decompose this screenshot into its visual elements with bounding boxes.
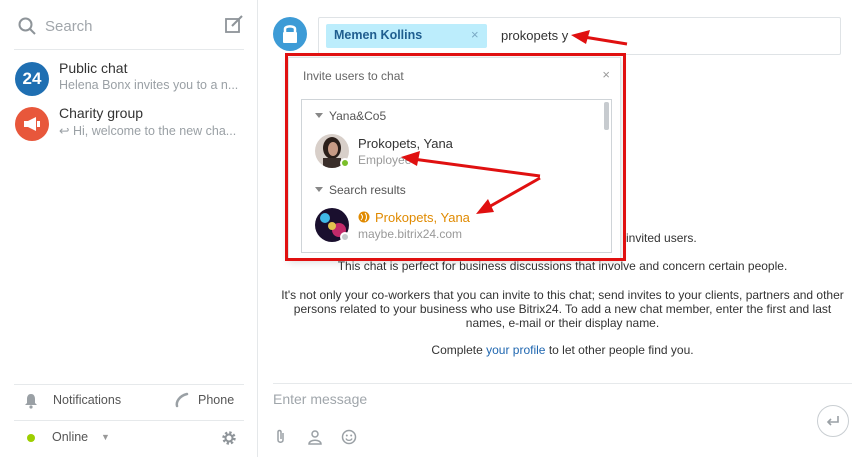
recipients-field[interactable]: Memen Kollins × prokopets y <box>318 17 841 55</box>
user-result[interactable]: Prokopets, Yana maybe.bitrix24.com <box>302 208 607 244</box>
divider <box>273 383 852 384</box>
bell-icon <box>25 394 37 409</box>
status-dot <box>27 434 35 442</box>
popup-title: Invite users to chat <box>303 69 404 83</box>
footer-actions: Notifications Phone <box>14 390 244 414</box>
recipient-chip: Memen Kollins × <box>326 24 487 48</box>
chat-avatar: 24 <box>15 62 49 96</box>
megaphone-icon <box>15 107 49 141</box>
divider <box>14 384 244 385</box>
paperclip-icon[interactable] <box>273 429 289 445</box>
user-result[interactable]: Prokopets, Yana Employee <box>302 134 607 170</box>
info-line: names, e-mail or their display name. <box>465 316 660 330</box>
scrollbar[interactable] <box>604 102 609 130</box>
search-bar[interactable]: Search <box>14 10 244 50</box>
chat-preview: Helena Bonx invites you to a n... <box>59 78 239 92</box>
notifications-button[interactable]: Notifications <box>53 393 121 407</box>
divider <box>14 420 244 421</box>
chevron-down-icon <box>315 113 323 119</box>
phone-icon <box>175 392 189 408</box>
user-list: Yana&Co5 Prokopets, Yana Employee Search… <box>301 99 612 253</box>
info-line: persons related to your business who use… <box>293 302 832 316</box>
compose-icon[interactable] <box>224 15 244 35</box>
chat-title: Charity group <box>59 105 144 121</box>
recipient-search-input[interactable]: prokopets y <box>501 28 568 43</box>
status-label: Online <box>52 430 89 444</box>
info-line: It's not only your co-workers that you c… <box>281 288 844 302</box>
person-icon[interactable] <box>307 429 323 445</box>
close-icon[interactable]: × <box>602 67 610 82</box>
reply-icon: ↩ <box>59 124 73 138</box>
status-selector[interactable]: Online ▼ <box>14 427 244 449</box>
user-name: Prokopets, Yana <box>358 210 470 225</box>
invite-popup: Invite users to chat × Yana&Co5 Prokopet… <box>288 57 621 260</box>
globe-icon <box>358 211 370 223</box>
user-position: Employee <box>358 153 412 167</box>
gear-icon[interactable] <box>221 430 237 446</box>
chevron-down-icon <box>315 187 323 193</box>
status-dot <box>340 158 350 168</box>
chat-item-public[interactable]: 24 Public chat Helena Bonx invites you t… <box>0 58 257 102</box>
phone-button[interactable]: Phone <box>198 393 234 407</box>
user-domain: maybe.bitrix24.com <box>358 227 463 241</box>
chat-item-charity[interactable]: Charity group ↩ Hi, welcome to the new c… <box>0 103 257 147</box>
group-header[interactable]: Yana&Co5 <box>315 109 386 123</box>
recipient-name: Memen Kollins <box>334 28 423 42</box>
close-icon[interactable]: × <box>471 27 479 42</box>
info-line: This chat is perfect for business discus… <box>337 259 788 273</box>
lock-icon <box>273 17 307 51</box>
status-dot <box>340 232 350 242</box>
sidebar: Search 24 Public chat Helena Bonx invite… <box>0 0 258 457</box>
profile-hint: Complete your profile to let other peopl… <box>431 343 694 357</box>
message-input[interactable]: Enter message <box>273 391 367 407</box>
chat-preview: ↩ Hi, welcome to the new cha... <box>59 124 237 138</box>
group-header[interactable]: Search results <box>315 183 406 197</box>
return-icon <box>826 416 839 426</box>
chat-title: Public chat <box>59 60 128 76</box>
profile-link[interactable]: your profile <box>486 343 545 357</box>
search-icon <box>18 17 36 35</box>
user-name: Prokopets, Yana <box>358 136 453 151</box>
info-line: invited users. <box>626 231 697 245</box>
send-button[interactable] <box>817 405 849 437</box>
smiley-icon[interactable] <box>341 429 357 445</box>
search-input[interactable]: Search <box>45 18 93 35</box>
chevron-down-icon: ▼ <box>101 432 110 442</box>
